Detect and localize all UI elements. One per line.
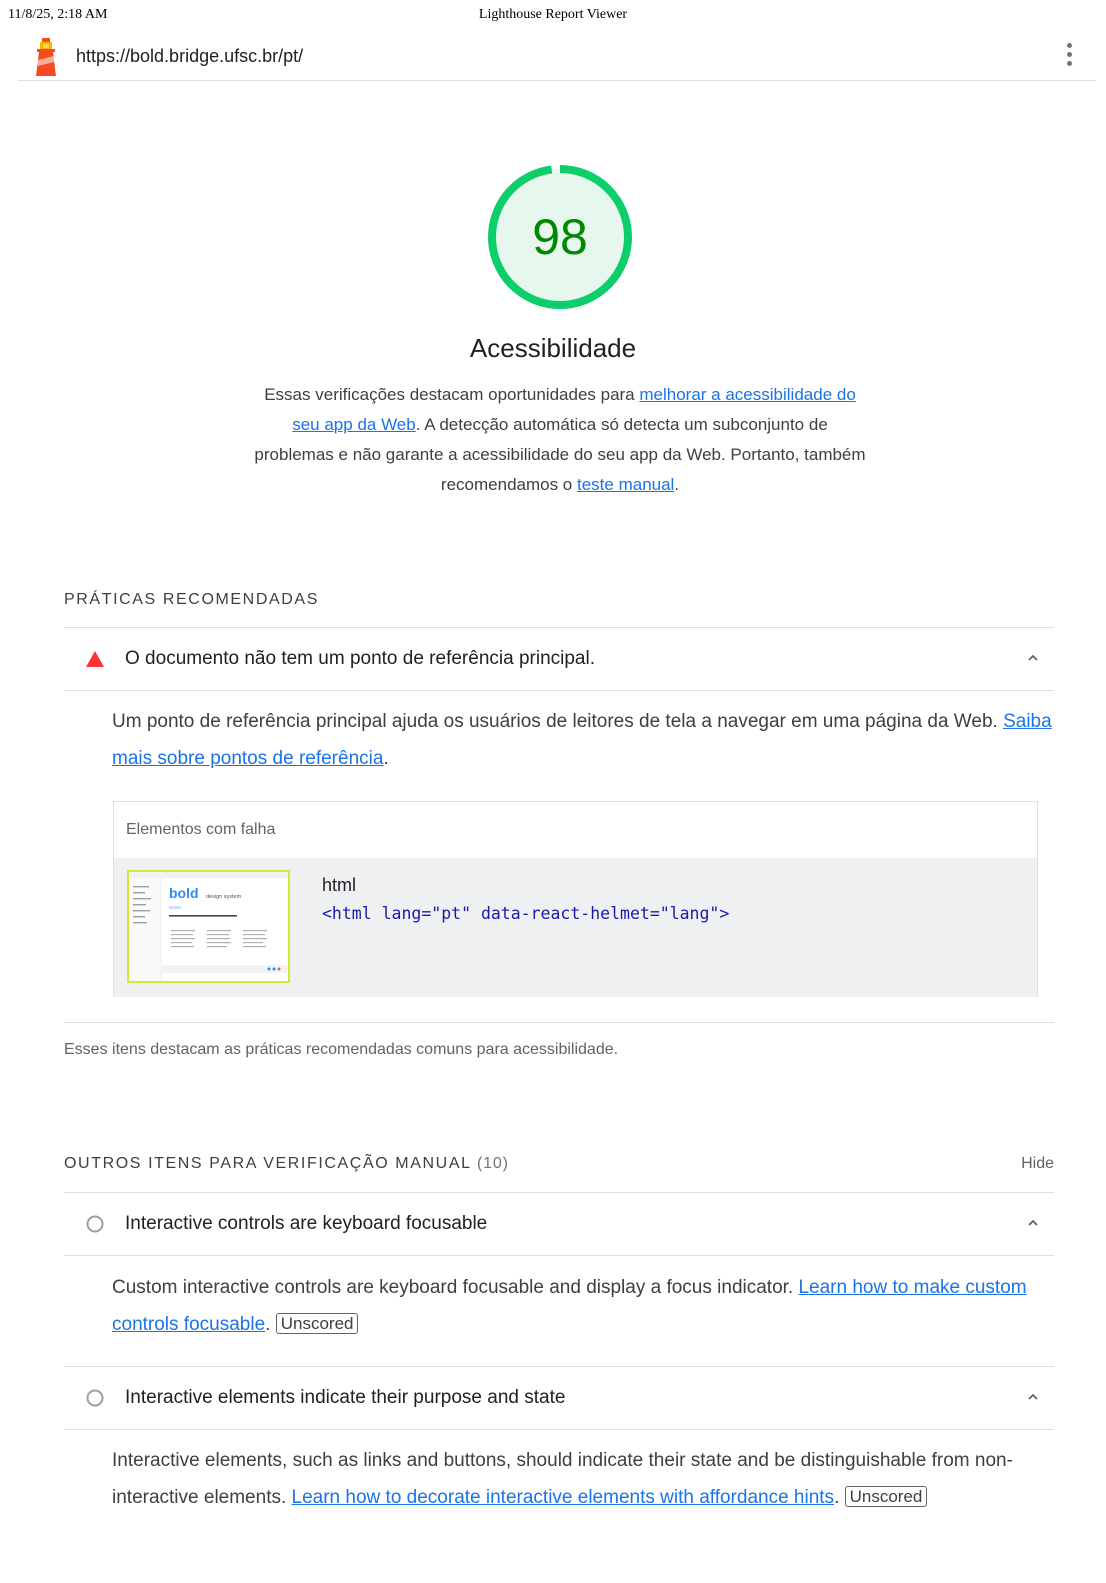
group-title-manual[interactable]: OUTROS ITENS PARA VERIFICAÇÃO MANUAL (10… [64, 1155, 509, 1173]
audit-desc-text: . [834, 1487, 840, 1508]
kebab-menu-icon[interactable] [1064, 43, 1074, 71]
node-snippet[interactable]: <html lang="pt" data-react-helmet="lang"… [322, 904, 729, 923]
audit-title: Interactive elements indicate their purp… [125, 1387, 566, 1408]
divider [64, 1429, 1054, 1430]
element-screenshot-thumbnail[interactable]: bold design system [127, 870, 290, 983]
score-gauge[interactable]: 98 [485, 162, 635, 312]
group-title-best-practices: PRÁTICAS RECOMENDADAS [64, 591, 319, 608]
group-description: Esses itens destacam as práticas recomen… [64, 1041, 619, 1058]
audit-description: Custom interactive controls are keyboard… [112, 1269, 1052, 1343]
category-desc-text: . [674, 475, 680, 494]
page-preview: bold design system [129, 872, 288, 981]
divider [64, 690, 1054, 691]
chevron-up-icon[interactable] [1026, 1218, 1040, 1228]
print-title: Lighthouse Report Viewer [478, 7, 628, 22]
manual-circle-icon [86, 1215, 104, 1233]
chevron-up-icon[interactable] [1026, 1392, 1040, 1402]
divider [64, 1255, 1054, 1256]
audit-desc-text: Custom interactive controls are keyboard… [112, 1277, 799, 1298]
audit-description: Interactive elements, such as links and … [112, 1442, 1052, 1516]
table-header: Elementos com falha [114, 802, 1037, 857]
audit-title: O documento não tem um ponto de referênc… [125, 648, 595, 669]
category-title: Acessibilidade [469, 333, 637, 363]
thumb-brand-text: bold [169, 885, 199, 901]
report-url[interactable]: https://bold.bridge.ufsc.br/pt/ [76, 46, 303, 67]
audit-title: Interactive controls are keyboard focusa… [125, 1213, 488, 1234]
divider [64, 1022, 1054, 1023]
audit-desc-text: . [383, 748, 389, 769]
category-desc-text: Essas verificações destacam oportunidade… [264, 385, 640, 404]
unscored-badge: Unscored [844, 1486, 928, 1507]
table-row: bold design system html <html lang="pt" … [114, 858, 1037, 997]
audit-description: Um ponto de referência principal ajuda o… [112, 703, 1052, 777]
failing-elements-table: Elementos com falha bold design system h… [113, 801, 1038, 997]
audit-focusable-controls[interactable]: Interactive controls are keyboard focusa… [64, 1192, 1054, 1256]
audit-interactive-state[interactable]: Interactive elements indicate their purp… [64, 1366, 1054, 1430]
thumb-subtitle-text: design system [206, 894, 242, 900]
group-title-text: OUTROS ITENS PARA VERIFICAÇÃO MANUAL [64, 1155, 471, 1172]
node-label: html [322, 875, 357, 895]
manual-testing-link[interactable]: teste manual [577, 475, 674, 494]
category-description: Essas verificações destacam oportunidade… [253, 380, 867, 500]
audit-landmark-one-main[interactable]: O documento não tem um ponto de referênc… [64, 627, 1054, 691]
print-header: 11/8/25, 2:18 AM Lighthouse Report Viewe… [0, 7, 1106, 25]
report-topbar: https://bold.bridge.ufsc.br/pt/ [18, 30, 1096, 81]
audit-desc-text: . [265, 1314, 271, 1335]
audit-desc-text: Um ponto de referência principal ajuda o… [112, 711, 1004, 732]
learn-affordance-hints-link[interactable]: Learn how to decorate interactive elemen… [292, 1487, 835, 1508]
chevron-up-icon[interactable] [1026, 653, 1040, 663]
score-value: 98 [532, 209, 588, 265]
print-date: 11/8/25, 2:18 AM [8, 7, 108, 22]
group-count: (10) [477, 1155, 509, 1172]
hide-button[interactable]: Hide [1021, 1155, 1054, 1173]
lighthouse-icon [36, 38, 56, 76]
unscored-badge: Unscored [275, 1313, 359, 1334]
fail-triangle-icon [86, 651, 104, 667]
manual-circle-icon [86, 1389, 104, 1407]
